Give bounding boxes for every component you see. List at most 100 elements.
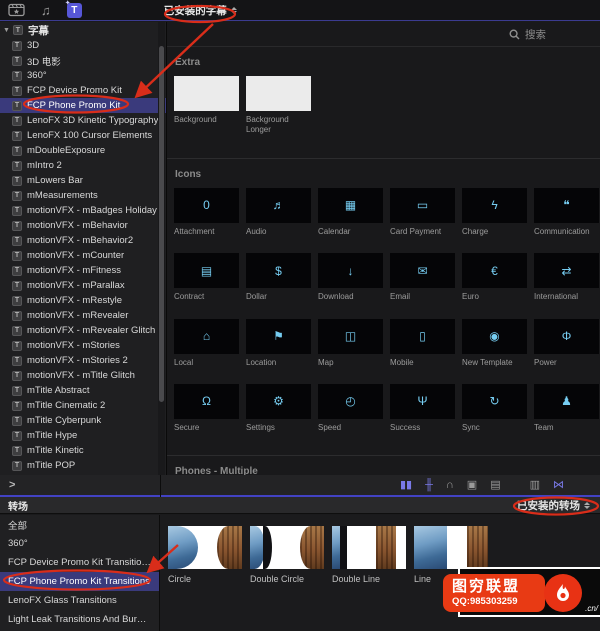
sidebar-item-title[interactable]: TmotionVFX - mBadges Holiday [0, 203, 166, 218]
mobile-icon[interactable]: ▯ [390, 318, 455, 354]
sidebar-item-title[interactable]: TmDoubleExposure [0, 143, 166, 158]
sidebar-item-label: motionVFX - mBehavior2 [27, 235, 134, 246]
sidebar-item-title[interactable]: TmotionVFX - mCounter [0, 248, 166, 263]
sidebar-item-title[interactable]: TmLowers Bar [0, 173, 166, 188]
new-template-icon: ◉ [489, 329, 500, 344]
success-icon: Ψ [417, 394, 428, 409]
sidebar-item-title[interactable]: TmotionVFX - mStories [0, 338, 166, 353]
music-notes-icon[interactable]: ♫ [41, 4, 51, 17]
disclosure-triangle-icon[interactable]: ▼ [3, 27, 10, 34]
sidebar-item-title[interactable]: TmTitle Hype [0, 428, 166, 443]
new-template-icon[interactable]: ◉ [462, 318, 527, 354]
tile-label: Background Longer [246, 115, 289, 135]
settings-icon[interactable]: ⚙ [246, 383, 311, 419]
charge-icon[interactable]: ϟ [462, 187, 527, 223]
sidebar-item-title[interactable]: TmotionVFX - mBehavior [0, 218, 166, 233]
search-icon [509, 28, 520, 39]
download-icon[interactable]: ↓ [318, 253, 383, 289]
audio-monitor-headphones-icon[interactable]: ∩ [446, 479, 454, 491]
communication-icon: ❝ [563, 198, 570, 213]
title-badge-icon: T [12, 340, 22, 351]
local-icon[interactable]: ⌂ [174, 318, 239, 354]
sidebar-item-title[interactable]: TmotionVFX - mParallax [0, 278, 166, 293]
tile-label: Calendar [318, 226, 351, 236]
titles-sidebar-scrollbar-thumb[interactable] [159, 46, 164, 402]
international-icon[interactable]: ⇄ [534, 253, 599, 289]
sidebar-item-title[interactable]: T 3D [0, 38, 166, 53]
sidebar-item-title[interactable]: TmotionVFX - mBehavior2 [0, 233, 166, 248]
sidebar-item-title[interactable]: TmotionVFX - mRestyle [0, 293, 166, 308]
card-payment-icon[interactable]: ▭ [390, 187, 455, 223]
title-badge-icon: T [12, 310, 22, 321]
secure-icon[interactable]: Ω [174, 383, 239, 419]
sidebar-item-title[interactable]: TmotionVFX - mRevealer [0, 308, 166, 323]
transitions-content: Circle Double Circle Double Line Line [161, 515, 600, 631]
sidebar-item-title[interactable]: T LenoFX 100 Cursor Elements [0, 128, 166, 143]
transition-thumbnail[interactable] [332, 526, 406, 569]
sidebar-item-title[interactable]: TmMeasurements [0, 188, 166, 203]
titles-sidebar-header[interactable]: ▼ T 字幕 [0, 22, 166, 38]
sidebar-item-title[interactable]: TmTitle POP [0, 458, 166, 473]
sidebar-item-title[interactable]: TmTitle Cinematic 2 [0, 398, 166, 413]
audio-icon[interactable]: ♬ [246, 187, 311, 223]
transition-thumbnail[interactable] [250, 526, 324, 569]
sidebar-item-title[interactable]: TmIntro 2 [0, 158, 166, 173]
location-icon[interactable]: ⚑ [246, 318, 311, 354]
contract-icon[interactable]: ▤ [174, 253, 239, 289]
power-icon[interactable]: Φ [534, 318, 599, 354]
tile-label: Map [318, 357, 334, 367]
euro-icon[interactable]: € [462, 253, 527, 289]
success-icon[interactable]: Ψ [390, 383, 455, 419]
background-thumbnail[interactable] [174, 76, 239, 111]
photos-browser-icon[interactable]: ▥ [530, 479, 540, 491]
transition-thumbnail[interactable] [414, 526, 488, 569]
calendar-icon[interactable]: ▦ [318, 187, 383, 223]
email-icon[interactable]: ✉ [390, 253, 455, 289]
title-badge-icon: T [12, 220, 22, 231]
tile-label: Sync [462, 422, 480, 432]
sync-icon[interactable]: ↻ [462, 383, 527, 419]
dollar-icon[interactable]: $ [246, 253, 311, 289]
transitions-sidebar: 全部 360° FCP Device Promo Kit Transitio… FCP… [0, 515, 160, 631]
installed-titles-dropdown[interactable]: 已安装的字幕 [164, 3, 237, 18]
installed-transitions-dropdown[interactable]: 已安装的转场 [517, 498, 590, 513]
media-browser-icon[interactable]: ▤ [490, 479, 500, 491]
sidebar-item-title[interactable]: TmotionVFX - mTitle Glitch [0, 368, 166, 383]
sidebar-item-title[interactable]: TmTitle Abstract [0, 383, 166, 398]
sidebar-item-transition[interactable]: FCP Phone Promo Kit Transitions [0, 572, 159, 591]
titles-generators-browser-icon[interactable]: ✦ T [65, 0, 82, 18]
attachment-icon[interactable]: 0 [174, 187, 239, 223]
tile-cell: ⌂ Local [174, 318, 239, 368]
sidebar-item-title[interactable]: T 360° [0, 68, 166, 83]
sidebar-item-title[interactable]: T FCP Device Promo Kit [0, 83, 166, 98]
tile-cell: Φ Power [534, 318, 599, 368]
search-input[interactable]: 搜索 [525, 27, 546, 42]
transitions-browser-icon[interactable]: ⋈ [553, 479, 564, 491]
sidebar-item-transition[interactable]: Light Leak Transitions And Bur… [0, 610, 159, 629]
background-thumbnail[interactable] [246, 76, 311, 111]
sidebar-expander-chevron[interactable]: > [9, 479, 15, 491]
sidebar-item-title[interactable]: T 3D 电影 [0, 53, 166, 68]
map-icon[interactable]: ◫ [318, 318, 383, 354]
sidebar-item-title[interactable]: T FCP Phone Promo Kit [0, 98, 166, 113]
sidebar-item-transition[interactable]: 全部 [0, 515, 159, 534]
sidebar-item-title[interactable]: TmTitle Kinetic [0, 443, 166, 458]
sidebar-item-title[interactable]: TmotionVFX - mStories 2 [0, 353, 166, 368]
speed-icon[interactable]: ◴ [318, 383, 383, 419]
transition-thumbnail[interactable] [168, 526, 242, 569]
sidebar-item-transition[interactable]: 360° [0, 534, 159, 553]
title-badge-icon: T [12, 100, 22, 111]
effects-clapper-icon[interactable] [8, 3, 25, 17]
communication-icon[interactable]: ❝ [534, 187, 599, 223]
sidebar-item-title[interactable]: TmTitle Cyberpunk [0, 413, 166, 428]
euro-icon: € [491, 263, 498, 278]
sidebar-item-title[interactable]: T LenoFX 3D Kinetic Typography [0, 113, 166, 128]
audio-lanes-icon[interactable]: ╫ [425, 479, 433, 491]
sidebar-item-transition[interactable]: FCP Device Promo Kit Transitio… [0, 553, 159, 572]
connect-clips-icon[interactable]: ▮▮ [400, 479, 412, 491]
sidebar-item-title[interactable]: TmotionVFX - mFitness [0, 263, 166, 278]
background-render-icon[interactable]: ▣ [467, 479, 477, 491]
sidebar-item-transition[interactable]: LenoFX Glass Transitions [0, 591, 159, 610]
team-icon[interactable]: ♟ [534, 383, 599, 419]
sidebar-item-title[interactable]: TmotionVFX - mRevealer Glitch [0, 323, 166, 338]
